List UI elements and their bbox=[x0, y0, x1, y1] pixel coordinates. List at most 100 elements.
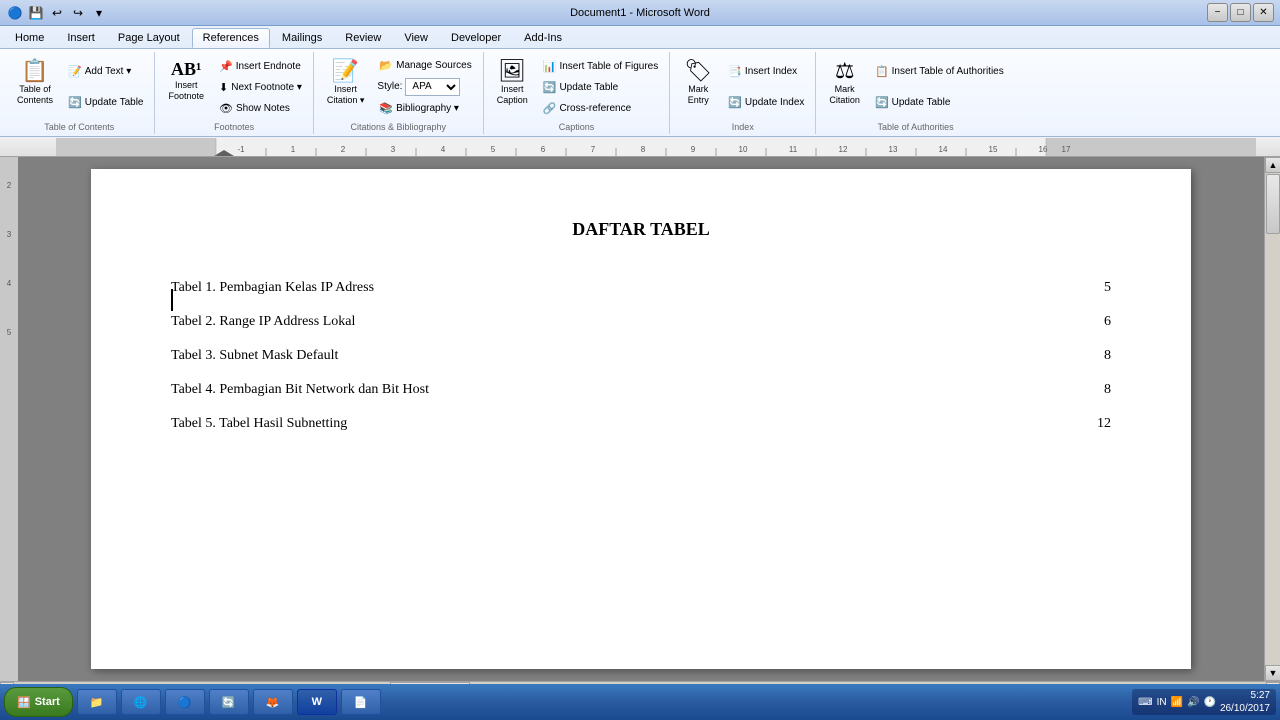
caption-label: InsertCaption bbox=[497, 84, 528, 106]
vertical-scrollbar[interactable]: ▲ ▼ bbox=[1264, 157, 1280, 681]
scroll-track[interactable] bbox=[1265, 173, 1280, 665]
tab-addins[interactable]: Add-Ins bbox=[513, 28, 573, 48]
captions-group-label: Captions bbox=[559, 122, 595, 132]
toc-dots-4: ........................................… bbox=[431, 388, 1102, 389]
cross-reference-btn[interactable]: 🔗 Cross-reference bbox=[538, 99, 663, 118]
next-footnote-btn[interactable]: ⬇ Next Footnote ▾ bbox=[214, 78, 307, 97]
style-label: Style: bbox=[377, 81, 402, 92]
insert-caption-btn[interactable]: 🖼 InsertCaption bbox=[490, 56, 535, 110]
footnote-label: InsertFootnote bbox=[168, 80, 204, 102]
add-text-btn[interactable]: 📝 Add Text ▾ bbox=[63, 62, 148, 81]
redo-quick-btn[interactable]: ↪ bbox=[69, 4, 87, 22]
update-cap-label: Update Table bbox=[559, 82, 618, 93]
more-quick-btn[interactable]: ▾ bbox=[90, 4, 108, 22]
taskbar-word-btn[interactable]: W bbox=[297, 689, 337, 715]
tab-insert[interactable]: Insert bbox=[56, 28, 106, 48]
horizontal-ruler: -1 1 2 3 4 5 6 7 8 9 10 bbox=[0, 137, 1280, 157]
tray-clock-icon: 🕐 bbox=[1203, 697, 1215, 708]
toc-label-1: Tabel 1. Pembagian Kelas IP Adress bbox=[171, 280, 374, 296]
update-table-auth-btn[interactable]: 🔄 Update Table bbox=[870, 93, 1009, 112]
svg-text:5: 5 bbox=[491, 145, 496, 154]
tab-page-layout[interactable]: Page Layout bbox=[107, 28, 191, 48]
taskbar-notepad-btn[interactable]: 📄 bbox=[341, 689, 381, 715]
ruler-marks: -1 1 2 3 4 5 6 7 8 9 10 bbox=[56, 138, 1280, 156]
bibliography-icon: 📚 bbox=[379, 102, 393, 115]
update-table-btn[interactable]: 🔄 Update Table bbox=[63, 93, 148, 112]
update-cap-icon: 🔄 bbox=[543, 81, 557, 94]
citations-group-content: 📝 InsertCitation ▾ 📂 Manage Sources Styl… bbox=[318, 54, 479, 120]
endnote-icon: 📌 bbox=[219, 60, 233, 73]
mark-entry-label: MarkEntry bbox=[688, 84, 709, 106]
insert-citation-btn[interactable]: 📝 InsertCitation ▾ bbox=[320, 56, 372, 110]
update-table-cap-btn[interactable]: 🔄 Update Table bbox=[538, 78, 663, 97]
taskbar-explorer-btn[interactable]: 📁 bbox=[77, 689, 117, 715]
show-notes-icon: 👁 bbox=[219, 102, 233, 115]
quick-access-toolbar: 🔵 💾 ↩ ↪ ▾ bbox=[6, 4, 108, 22]
toc-label-4: Tabel 4. Pembagian Bit Network dan Bit H… bbox=[171, 382, 429, 398]
title-bar: 🔵 💾 ↩ ↪ ▾ Document1 - Microsoft Word − □… bbox=[0, 0, 1280, 26]
taskbar-firefox-btn[interactable]: 🦊 bbox=[253, 689, 293, 715]
toc-small-buttons: 📝 Add Text ▾ 🔄 Update Table bbox=[63, 56, 148, 118]
update-table-icon: 🔄 bbox=[68, 96, 82, 109]
manage-sources-btn[interactable]: 📂 Manage Sources bbox=[374, 56, 476, 75]
taskbar: 🪟 Start 📁 🌐 🔵 🔄 🦊 W 📄 ⌨ IN 📶 🔊 🕐 5:27 26… bbox=[0, 684, 1280, 720]
captions-group-content: 🖼 InsertCaption 📊 Insert Table of Figure… bbox=[488, 54, 666, 120]
scroll-thumb[interactable] bbox=[1266, 174, 1280, 234]
show-notes-btn[interactable]: 👁 Show Notes bbox=[214, 99, 307, 118]
style-select[interactable]: APA MLA Chicago bbox=[405, 78, 460, 96]
document-scroll-area[interactable]: DAFTAR TABEL Tabel 1. Pembagian Kelas IP… bbox=[18, 157, 1264, 681]
page-marker-5: 5 bbox=[0, 328, 18, 337]
close-btn[interactable]: ✕ bbox=[1253, 3, 1274, 22]
toc-group-label: Table of Contents bbox=[44, 122, 114, 132]
mark-entry-icon: 🏷 bbox=[684, 60, 712, 82]
tab-review[interactable]: Review bbox=[334, 28, 392, 48]
ribbon-tabs: Home Insert Page Layout References Maili… bbox=[0, 26, 1280, 48]
toc-label-5: Tabel 5. Tabel Hasil Subnetting bbox=[171, 416, 347, 432]
toc-entry-4: Tabel 4. Pembagian Bit Network dan Bit H… bbox=[171, 382, 1111, 398]
tab-view[interactable]: View bbox=[393, 28, 439, 48]
svg-text:9: 9 bbox=[691, 145, 696, 154]
scroll-up-btn[interactable]: ▲ bbox=[1265, 157, 1280, 173]
tab-mailings[interactable]: Mailings bbox=[271, 28, 333, 48]
mark-entry-btn[interactable]: 🏷 MarkEntry bbox=[676, 56, 720, 110]
taskbar-chrome-btn[interactable]: 🌐 bbox=[121, 689, 161, 715]
mark-citation-icon: ⚖ bbox=[835, 60, 855, 82]
update-index-btn[interactable]: 🔄 Update Index bbox=[723, 93, 809, 112]
svg-text:2: 2 bbox=[341, 145, 346, 154]
tab-home[interactable]: Home bbox=[4, 28, 55, 48]
start-button[interactable]: 🪟 Start bbox=[4, 687, 73, 717]
insert-table-figures-btn[interactable]: 📊 Insert Table of Figures bbox=[538, 57, 663, 76]
svg-text:10: 10 bbox=[739, 145, 748, 154]
table-of-contents-btn[interactable]: 📋 Table ofContents bbox=[10, 56, 60, 110]
taskbar-app3-btn[interactable]: 🔵 bbox=[165, 689, 205, 715]
svg-text:11: 11 bbox=[789, 145, 798, 154]
bibliography-label: Bibliography ▾ bbox=[396, 103, 459, 114]
mark-citation-btn[interactable]: ⚖ MarkCitation bbox=[822, 56, 867, 110]
maximize-btn[interactable]: □ bbox=[1230, 3, 1251, 22]
authorities-group-content: ⚖ MarkCitation 📋 Insert Table of Authori… bbox=[820, 54, 1010, 120]
mark-citation-label: MarkCitation bbox=[829, 84, 860, 106]
system-tray: ⌨ IN 📶 🔊 🕐 5:27 26/10/2017 bbox=[1132, 689, 1276, 715]
insert-endnote-btn[interactable]: 📌 Insert Endnote bbox=[214, 57, 307, 76]
update-auth-icon: 🔄 bbox=[875, 96, 889, 109]
insert-table-auth-btn[interactable]: 📋 Insert Table of Authorities bbox=[870, 62, 1009, 81]
taskbar-app4-btn[interactable]: 🔄 bbox=[209, 689, 249, 715]
toc-page-1: 5 bbox=[1104, 280, 1111, 296]
insert-index-btn[interactable]: 📑 Insert Index bbox=[723, 62, 809, 81]
save-quick-btn[interactable]: 💾 bbox=[27, 4, 45, 22]
tab-references[interactable]: References bbox=[192, 28, 270, 48]
minimize-btn[interactable]: − bbox=[1207, 3, 1228, 22]
undo-quick-btn[interactable]: ↩ bbox=[48, 4, 66, 22]
scroll-down-btn[interactable]: ▼ bbox=[1265, 665, 1280, 681]
tab-developer[interactable]: Developer bbox=[440, 28, 512, 48]
toc-page-2: 6 bbox=[1104, 314, 1111, 330]
caption-icon: 🖼 bbox=[498, 60, 526, 82]
svg-text:-1: -1 bbox=[237, 145, 245, 154]
insert-footnote-btn[interactable]: AB¹ InsertFootnote bbox=[161, 56, 211, 106]
text-cursor bbox=[171, 289, 173, 311]
toc-entry-3: Tabel 3. Subnet Mask Default ...........… bbox=[171, 348, 1111, 364]
toc-page-5: 12 bbox=[1097, 416, 1111, 432]
bibliography-btn[interactable]: 📚 Bibliography ▾ bbox=[374, 99, 476, 118]
document-page: DAFTAR TABEL Tabel 1. Pembagian Kelas IP… bbox=[91, 169, 1191, 669]
authorities-group-label: Table of Authorities bbox=[878, 122, 954, 132]
